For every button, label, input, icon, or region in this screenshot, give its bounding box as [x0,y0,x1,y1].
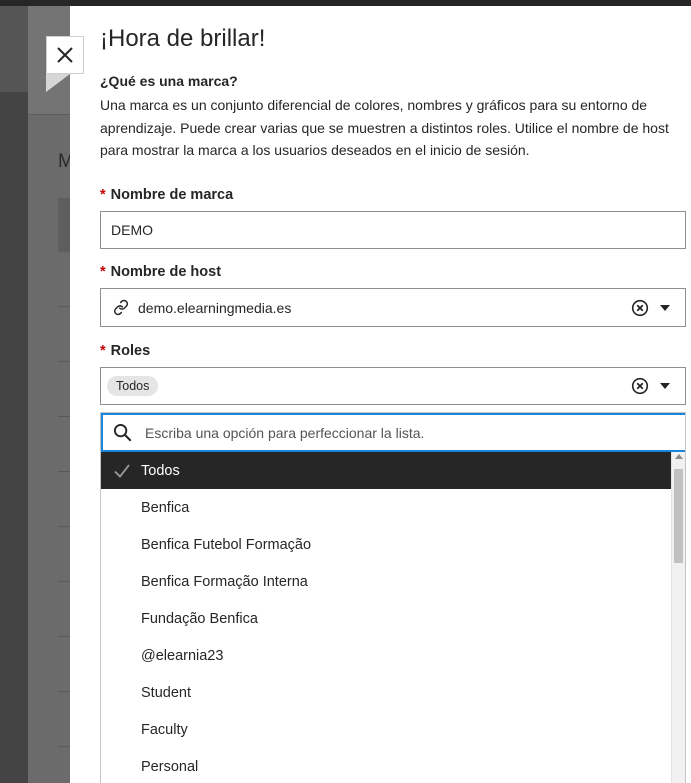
info-text: Una marca es un conjunto diferencial de … [100,97,669,158]
role-option-label: Fundação Benfica [141,610,258,627]
brand-name-label: * Nombre de marca [100,187,233,203]
brand-panel: ¡Hora de brillar! ¿Qué es una marca? Una… [70,6,691,783]
close-panel-button[interactable] [46,36,84,74]
brand-name-input[interactable] [101,212,685,248]
role-option-label: Student [141,684,191,701]
roles-dropdown: Todos Benfica Benfica Futebol Formação Benf… [100,412,686,783]
background-row-divider [58,306,70,307]
chevron-down-icon[interactable] [659,380,671,392]
background-page [28,6,70,783]
background-sidebar [0,6,28,783]
background-row-divider [58,746,70,747]
scrollbar-thumb[interactable] [674,469,683,563]
panel-title: ¡Hora de brillar! [100,25,266,52]
host-name-label: * Nombre de host [100,264,221,280]
background-row-divider [58,636,70,637]
background-row-divider [58,416,70,417]
host-name-select[interactable]: demo.elearningmedia.es [100,288,686,327]
background-row-divider [58,691,70,692]
roles-filter-input[interactable] [143,423,685,442]
background-block [58,198,70,252]
roles-select[interactable]: Todos [100,367,686,405]
roles-options-list: Todos Benfica Benfica Futebol Formação Benf… [101,452,671,783]
role-option[interactable]: Benfica Formação Interna [101,563,671,600]
roles-label-text: Roles [110,343,151,359]
role-option[interactable]: Personal [101,748,671,783]
role-option[interactable]: Todos [101,452,671,489]
roles-filter [101,413,685,452]
role-option[interactable]: Benfica [101,489,671,526]
role-option-label: Todos [141,462,180,479]
close-button-pointer [46,74,70,92]
info-heading: ¿Qué es una marca? [100,73,238,89]
clear-roles-icon[interactable] [631,377,649,395]
clear-host-icon[interactable] [631,299,649,317]
required-mark: * [100,264,106,280]
roles-scrollbar[interactable] [671,452,685,783]
role-option-label: Benfica Formação Interna [141,573,308,590]
host-name-value: demo.elearningmedia.es [138,299,292,316]
role-option[interactable]: Faculty [101,711,671,748]
host-name-label-text: Nombre de host [110,264,222,280]
search-icon [113,423,133,443]
brand-name-field [100,211,686,249]
roles-label: * Roles [100,343,150,359]
brand-name-label-text: Nombre de marca [110,187,234,203]
role-option-label: Personal [141,758,199,775]
background-row-divider [58,471,70,472]
scroll-up-arrow[interactable] [675,454,683,459]
role-chip[interactable]: Todos [107,376,159,396]
close-icon [57,47,73,63]
role-option-label: @elearnia23 [141,647,224,664]
required-mark: * [100,187,106,203]
chevron-down-icon[interactable] [659,302,671,314]
check-icon [114,464,130,478]
link-icon [113,299,129,316]
role-option[interactable]: Student [101,674,671,711]
required-mark: * [100,343,106,359]
role-option[interactable]: Benfica Futebol Formação [101,526,671,563]
role-option-label: Faculty [141,721,188,738]
background-row-divider [58,361,70,362]
role-option[interactable]: @elearnia23 [101,637,671,674]
background-row-divider [58,581,70,582]
role-option[interactable]: Fundação Benfica [101,600,671,637]
role-option-label: Benfica [141,499,190,516]
background-sidebar-header [0,6,28,92]
role-option-label: Benfica Futebol Formação [141,536,312,553]
background-row-divider [58,526,70,527]
